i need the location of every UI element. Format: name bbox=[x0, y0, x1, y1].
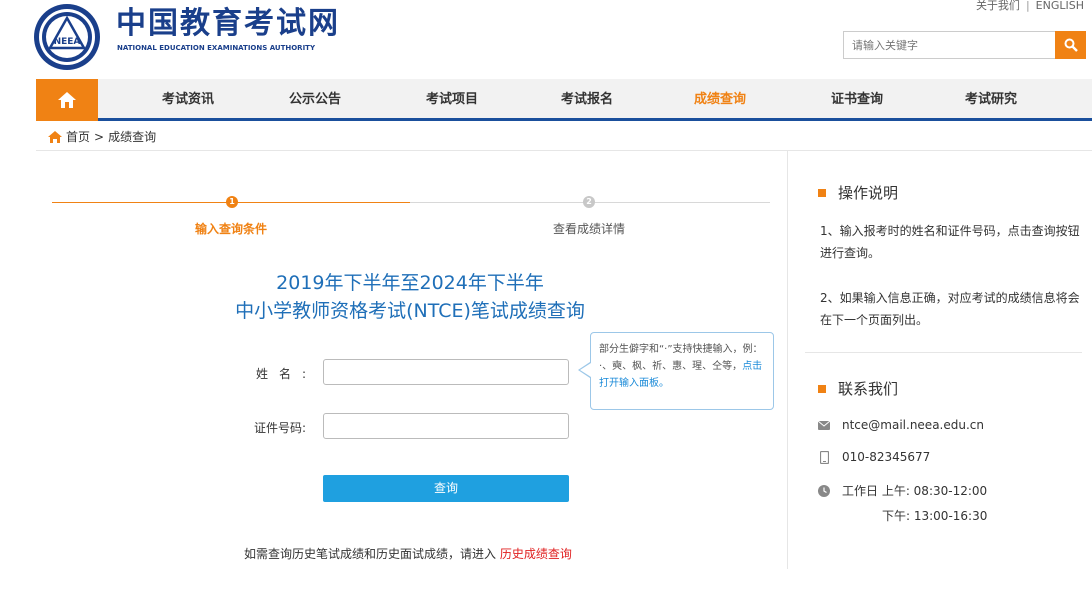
tip-arrow-inner bbox=[580, 363, 591, 377]
breadcrumb-home[interactable]: 首页 bbox=[66, 128, 90, 145]
side-divider bbox=[787, 151, 788, 569]
nav-item-exam-research[interactable]: 考试研究 bbox=[931, 79, 1051, 121]
about-link[interactable]: 关于我们 bbox=[976, 0, 1020, 12]
name-label: 姓名: bbox=[256, 367, 318, 381]
history-note: 如需查询历史笔试成绩和历史面试成绩，请进入 历史成绩查询 bbox=[244, 545, 572, 562]
nav-item-score-query[interactable]: 成绩查询 bbox=[660, 79, 780, 121]
top-links: 关于我们 | ENGLISH bbox=[976, 0, 1084, 13]
side-divider-horizontal bbox=[805, 352, 1082, 353]
instruction-2: 2、如果输入信息正确，对应考试的成绩信息将会在下一个页面列出。 bbox=[820, 291, 1080, 327]
instructions-heading: 操作说明 bbox=[818, 182, 898, 203]
step-2-label: 查看成绩详情 bbox=[553, 222, 626, 236]
nav-home-button[interactable] bbox=[36, 79, 98, 121]
english-link[interactable]: ENGLISH bbox=[1036, 0, 1084, 12]
search-input[interactable] bbox=[843, 31, 1055, 59]
contact-email-row: ntce@mail.neea.edu.cn bbox=[818, 418, 984, 432]
contact-email[interactable]: ntce@mail.neea.edu.cn bbox=[842, 418, 984, 432]
step-1-label: 输入查询条件 bbox=[195, 222, 268, 236]
nav-item-announcements[interactable]: 公示公告 bbox=[255, 79, 375, 121]
step-1-marker: 1 bbox=[226, 196, 238, 208]
bullet-square-icon bbox=[818, 384, 826, 393]
search-box bbox=[843, 31, 1086, 59]
contact-heading: 联系我们 bbox=[818, 378, 898, 399]
phone-icon bbox=[818, 450, 830, 464]
nav-item-registration[interactable]: 考试报名 bbox=[527, 79, 647, 121]
nav-item-certificate-query[interactable]: 证书查询 bbox=[797, 79, 917, 121]
tip-text: 部分生僻字和“·”支持快捷输入，例：·、奭、枫、祈、惠、瑆、仝等， bbox=[599, 344, 758, 372]
logo-text: NEEA bbox=[54, 37, 81, 47]
breadcrumb-current: 成绩查询 bbox=[108, 130, 157, 144]
nav-item-exam-projects[interactable]: 考试项目 bbox=[392, 79, 512, 121]
site-title[interactable]: 中国教育考试网 bbox=[116, 6, 340, 42]
input-tip: 部分生僻字和“·”支持快捷输入，例：·、奭、枫、祈、惠、瑆、仝等，点击打开输入面… bbox=[590, 332, 774, 410]
instruction-1: 1、输入报考时的姓名和证件号码，点击查询按钮进行查询。 bbox=[820, 224, 1080, 260]
step-2-marker: 2 bbox=[583, 196, 595, 208]
id-number-input[interactable] bbox=[323, 413, 569, 439]
page-title: 2019年下半年至2024年下半年 bbox=[276, 272, 544, 294]
query-button[interactable]: 查询 bbox=[323, 475, 569, 502]
contact-phone-row: 010-82345677 bbox=[818, 450, 930, 464]
search-button[interactable] bbox=[1055, 31, 1086, 59]
history-score-link[interactable]: 历史成绩查询 bbox=[500, 547, 572, 561]
contact-phone: 010-82345677 bbox=[842, 450, 931, 464]
contact-hours-am: 工作日 上午: 08:30-12:00 bbox=[842, 484, 988, 498]
page-subtitle: 中小学教师资格考试(NTCE)笔试成绩查询 bbox=[235, 300, 585, 322]
bullet-square-icon bbox=[818, 188, 826, 197]
top-links-separator: | bbox=[1025, 0, 1030, 12]
instructions-title: 操作说明 bbox=[838, 184, 899, 202]
neea-logo[interactable]: NEEA bbox=[32, 2, 102, 72]
breadcrumb-separator: > bbox=[94, 129, 105, 144]
nav-item-exam-news[interactable]: 考试资讯 bbox=[128, 79, 248, 121]
mail-icon bbox=[818, 420, 830, 430]
id-number-label: 证件号码: bbox=[254, 421, 307, 435]
home-icon bbox=[48, 130, 62, 143]
contact-title: 联系我们 bbox=[838, 380, 899, 398]
name-input[interactable] bbox=[323, 359, 569, 385]
contact-hours-row: 工作日 上午: 08:30-12:00 bbox=[818, 482, 987, 499]
history-text: 如需查询历史笔试成绩和历史面试成绩，请进入 bbox=[244, 547, 497, 561]
contact-hours-pm: 下午: 13:00-16:30 bbox=[882, 509, 988, 523]
breadcrumb: 首页 > 成绩查询 bbox=[48, 128, 156, 145]
home-icon bbox=[58, 92, 76, 108]
search-icon bbox=[1064, 38, 1078, 52]
main-nav: 考试资讯 公示公告 考试项目 考试报名 成绩查询 证书查询 考试研究 bbox=[36, 79, 1092, 121]
site-subtitle: NATIONAL EDUCATION EXAMINATIONS AUTHORIT… bbox=[117, 44, 316, 52]
clock-icon bbox=[818, 484, 830, 497]
divider bbox=[36, 150, 1092, 151]
